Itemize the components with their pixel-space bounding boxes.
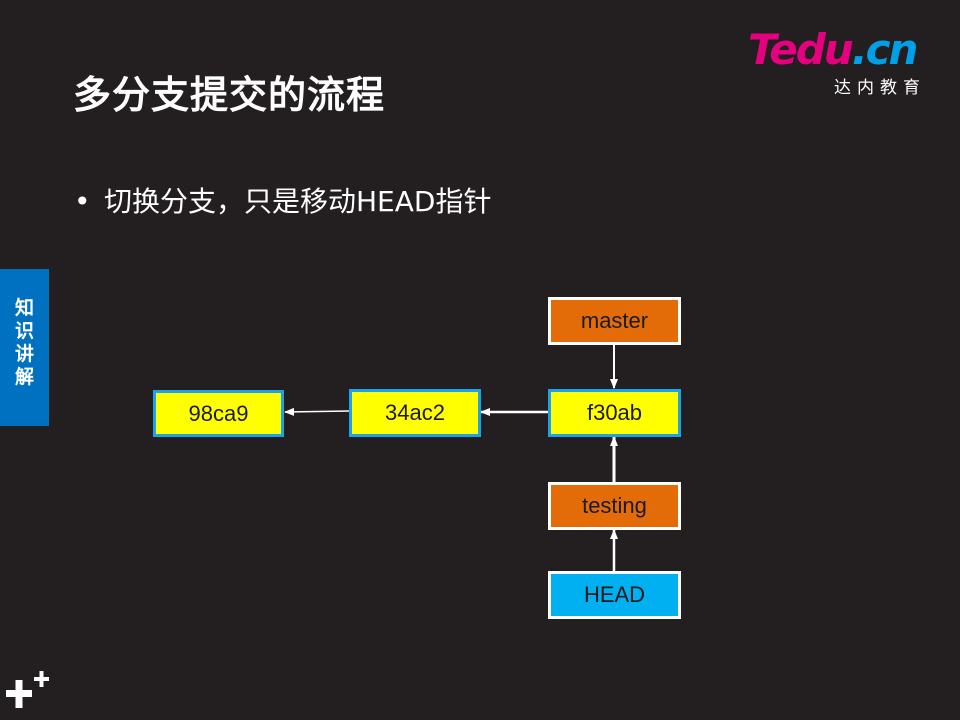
arrow-34ac2-to-98ca9 (284, 407, 351, 416)
commit-node-34ac2: 34ac2 (349, 389, 481, 437)
commit-diagram-arrows (284, 345, 618, 571)
head-pointer-node: HEAD (548, 571, 681, 619)
branch-node-master: master (548, 297, 681, 345)
branch-node-testing: testing (548, 482, 681, 530)
commit-node-f30ab: f30ab (548, 389, 681, 437)
plus-plus-icon (6, 671, 49, 708)
commit-node-98ca9: 98ca9 (153, 390, 284, 437)
